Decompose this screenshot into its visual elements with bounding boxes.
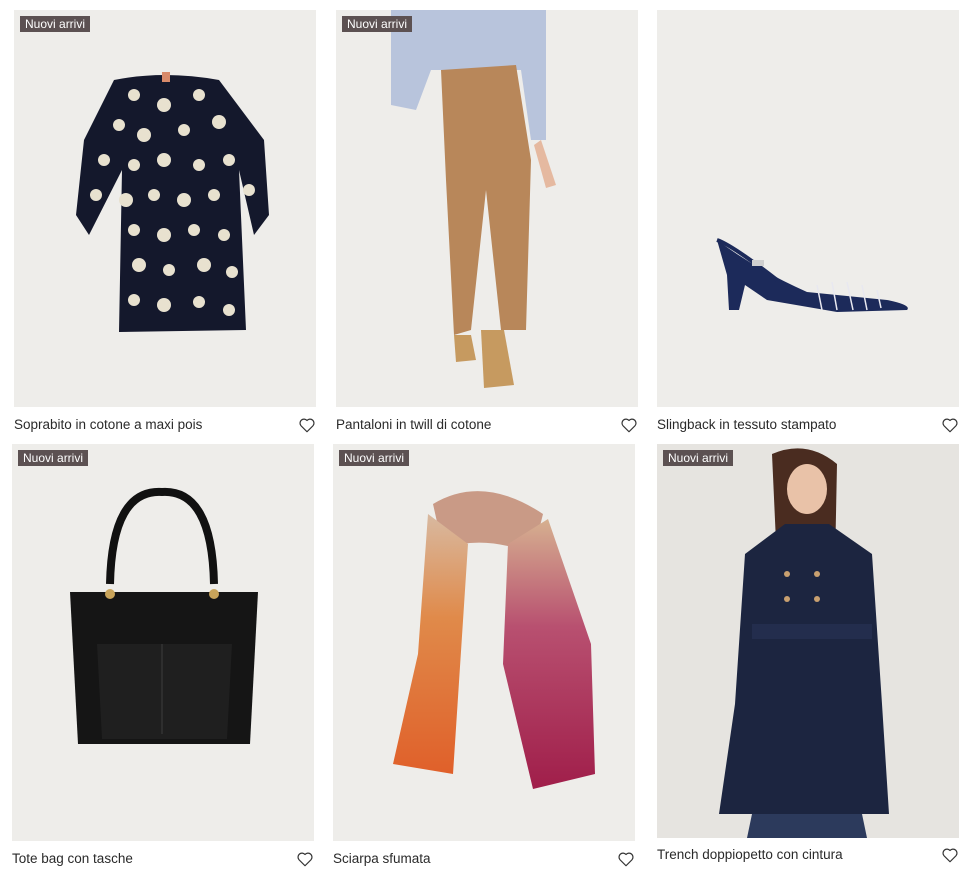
twill-trousers-image (391, 10, 556, 388)
product-image[interactable]: Nuovi arrivi (14, 10, 316, 407)
product-name[interactable]: Soprabito in cotone a maxi pois (14, 417, 202, 432)
product-name[interactable]: Pantaloni in twill di cotone (336, 417, 491, 432)
product-name[interactable]: Sciarpa sfumata (333, 851, 431, 866)
tote-bag-image (70, 487, 258, 744)
product-card[interactable]: Nuovi arrivi Tote bag con tasche (12, 444, 314, 874)
new-arrivals-badge: Nuovi arrivi (18, 450, 89, 466)
product-image[interactable]: Nuovi arrivi (336, 10, 638, 407)
product-card[interactable]: Nuovi arrivi Soprabito in cotone a maxi … (14, 10, 316, 440)
heart-outline-icon[interactable] (620, 416, 638, 434)
product-card[interactable]: Nuovi arrivi Sciarpa sfumata (333, 444, 635, 874)
product-image[interactable]: Nuovi arrivi (12, 444, 314, 841)
new-arrivals-badge: Nuovi arrivi (342, 16, 413, 32)
heart-outline-icon[interactable] (941, 416, 959, 434)
new-arrivals-badge: Nuovi arrivi (663, 450, 734, 466)
heart-outline-icon[interactable] (941, 846, 959, 864)
heart-outline-icon[interactable] (296, 850, 314, 868)
new-arrivals-badge: Nuovi arrivi (339, 450, 410, 466)
heart-outline-icon[interactable] (617, 850, 635, 868)
polka-dot-coat-image (76, 72, 269, 332)
product-name[interactable]: Trench doppiopetto con cintura (657, 847, 843, 862)
new-arrivals-badge: Nuovi arrivi (20, 16, 91, 32)
product-name[interactable]: Tote bag con tasche (12, 851, 133, 866)
product-card[interactable]: Slingback in tessuto stampato (657, 10, 959, 440)
product-image[interactable]: Nuovi arrivi (333, 444, 635, 841)
product-card[interactable]: Nuovi arrivi Pantaloni in twill di coton… (336, 10, 638, 440)
slingback-shoe-image (716, 238, 908, 312)
product-image[interactable] (657, 10, 959, 407)
heart-outline-icon[interactable] (298, 416, 316, 434)
product-image[interactable]: Nuovi arrivi (657, 444, 959, 838)
ombre-scarf-image (393, 491, 595, 789)
product-name[interactable]: Slingback in tessuto stampato (657, 417, 836, 432)
double-breasted-trench-image (719, 448, 889, 838)
product-card[interactable]: Nuovi arrivi Trench doppiopetto con cint… (657, 444, 959, 874)
